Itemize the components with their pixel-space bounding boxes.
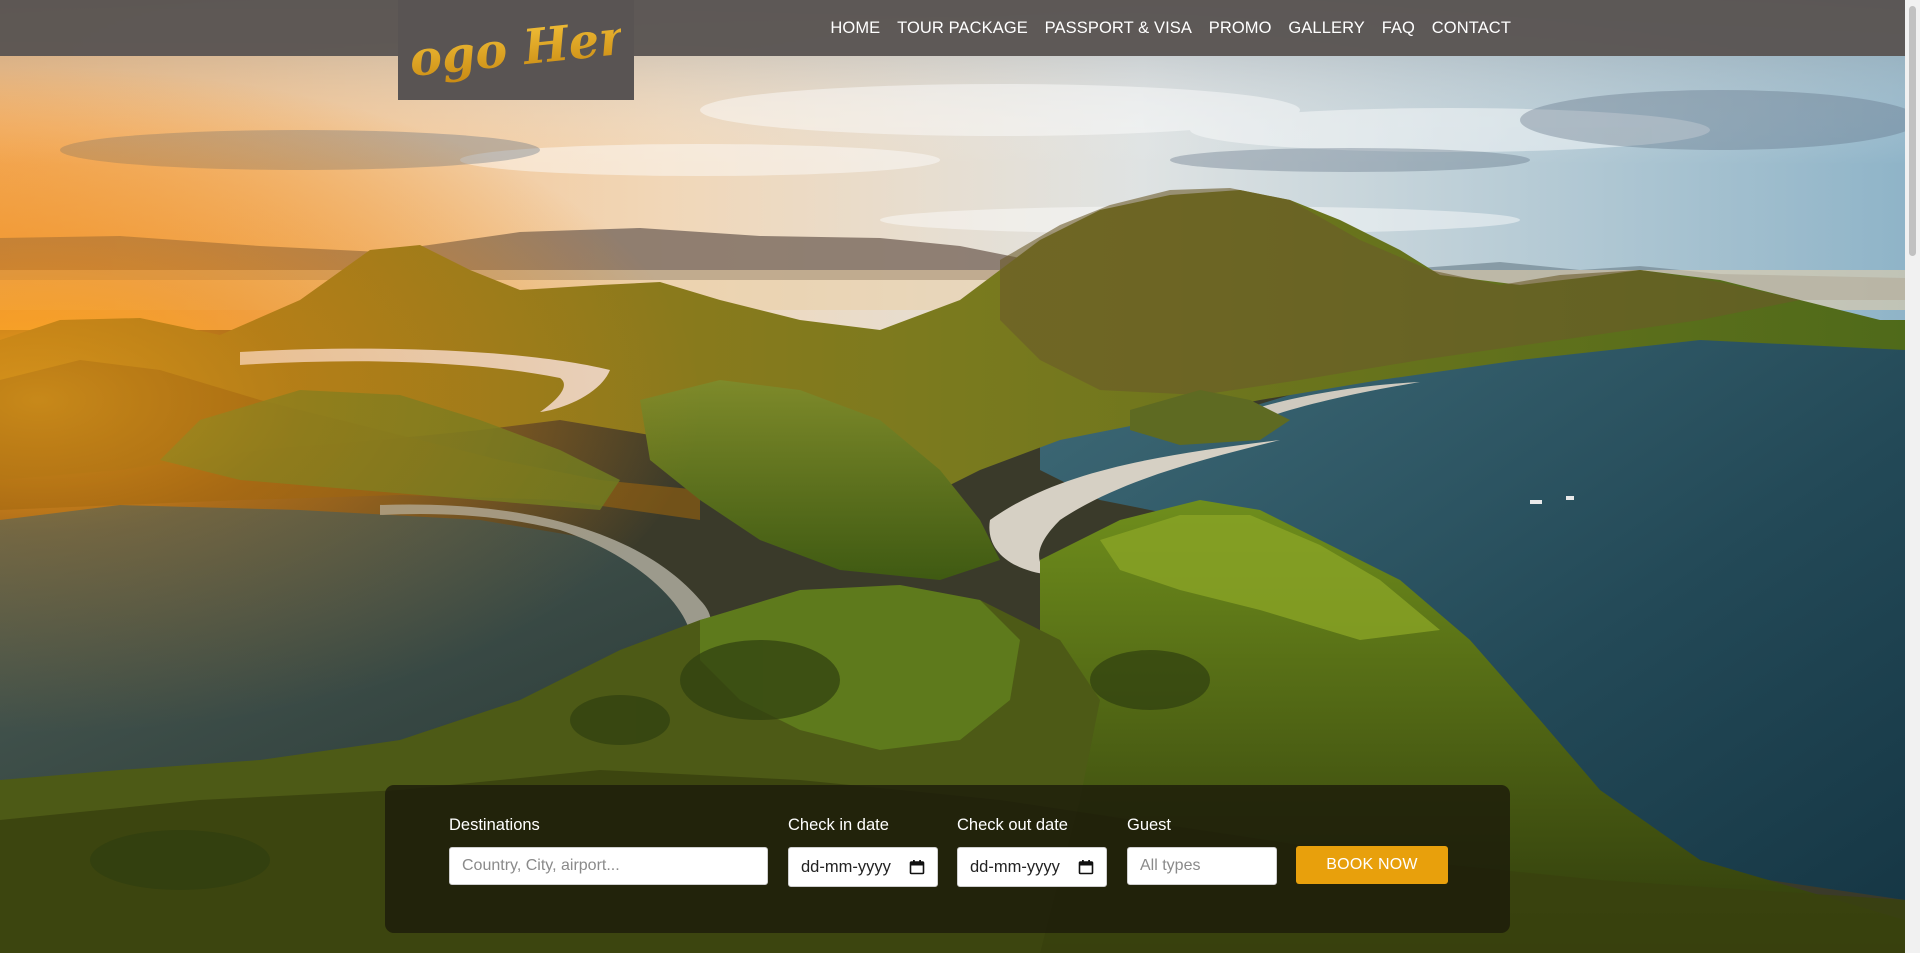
- booking-search-panel: Destinations Check in date dd-mm-yyyy Ch…: [385, 785, 1510, 933]
- nav-passport-visa[interactable]: PASSPORT & VISA: [1036, 19, 1200, 38]
- check-out-date-input[interactable]: dd-mm-yyyy: [957, 847, 1107, 887]
- page-scrollbar[interactable]: [1905, 0, 1920, 953]
- logo-wordmark-icon: Logo Here: [411, 7, 621, 92]
- guest-label: Guest: [1127, 816, 1172, 834]
- site-logo[interactable]: Logo Here: [398, 0, 634, 100]
- nav-promo[interactable]: PROMO: [1200, 19, 1280, 38]
- book-now-button[interactable]: BOOK NOW: [1296, 846, 1448, 884]
- nav-contact[interactable]: CONTACT: [1423, 19, 1519, 38]
- check-in-date-input[interactable]: dd-mm-yyyy: [788, 847, 938, 887]
- calendar-icon[interactable]: [909, 859, 925, 875]
- svg-text:Logo Here: Logo Here: [411, 7, 621, 92]
- destination-input[interactable]: [449, 847, 768, 885]
- calendar-icon[interactable]: [1078, 859, 1094, 875]
- nav-faq[interactable]: FAQ: [1373, 19, 1423, 38]
- nav-tour-package[interactable]: TOUR PACKAGE: [889, 19, 1037, 38]
- destinations-label: Destinations: [449, 816, 540, 834]
- nav-home[interactable]: HOME: [822, 19, 889, 38]
- scrollbar-thumb[interactable]: [1909, 6, 1916, 256]
- check-in-label: Check in date: [788, 816, 889, 834]
- main-navigation: HOME TOUR PACKAGE PASSPORT & VISA PROMO …: [822, 0, 1519, 56]
- top-navigation-bar: Logo Here HOME TOUR PACKAGE PASSPORT & V…: [0, 0, 1905, 100]
- check-out-date-value: dd-mm-yyyy: [970, 857, 1060, 876]
- guest-input[interactable]: [1127, 847, 1277, 885]
- check-out-label: Check out date: [957, 816, 1068, 834]
- check-in-date-value: dd-mm-yyyy: [801, 857, 891, 876]
- nav-gallery[interactable]: GALLERY: [1280, 19, 1373, 38]
